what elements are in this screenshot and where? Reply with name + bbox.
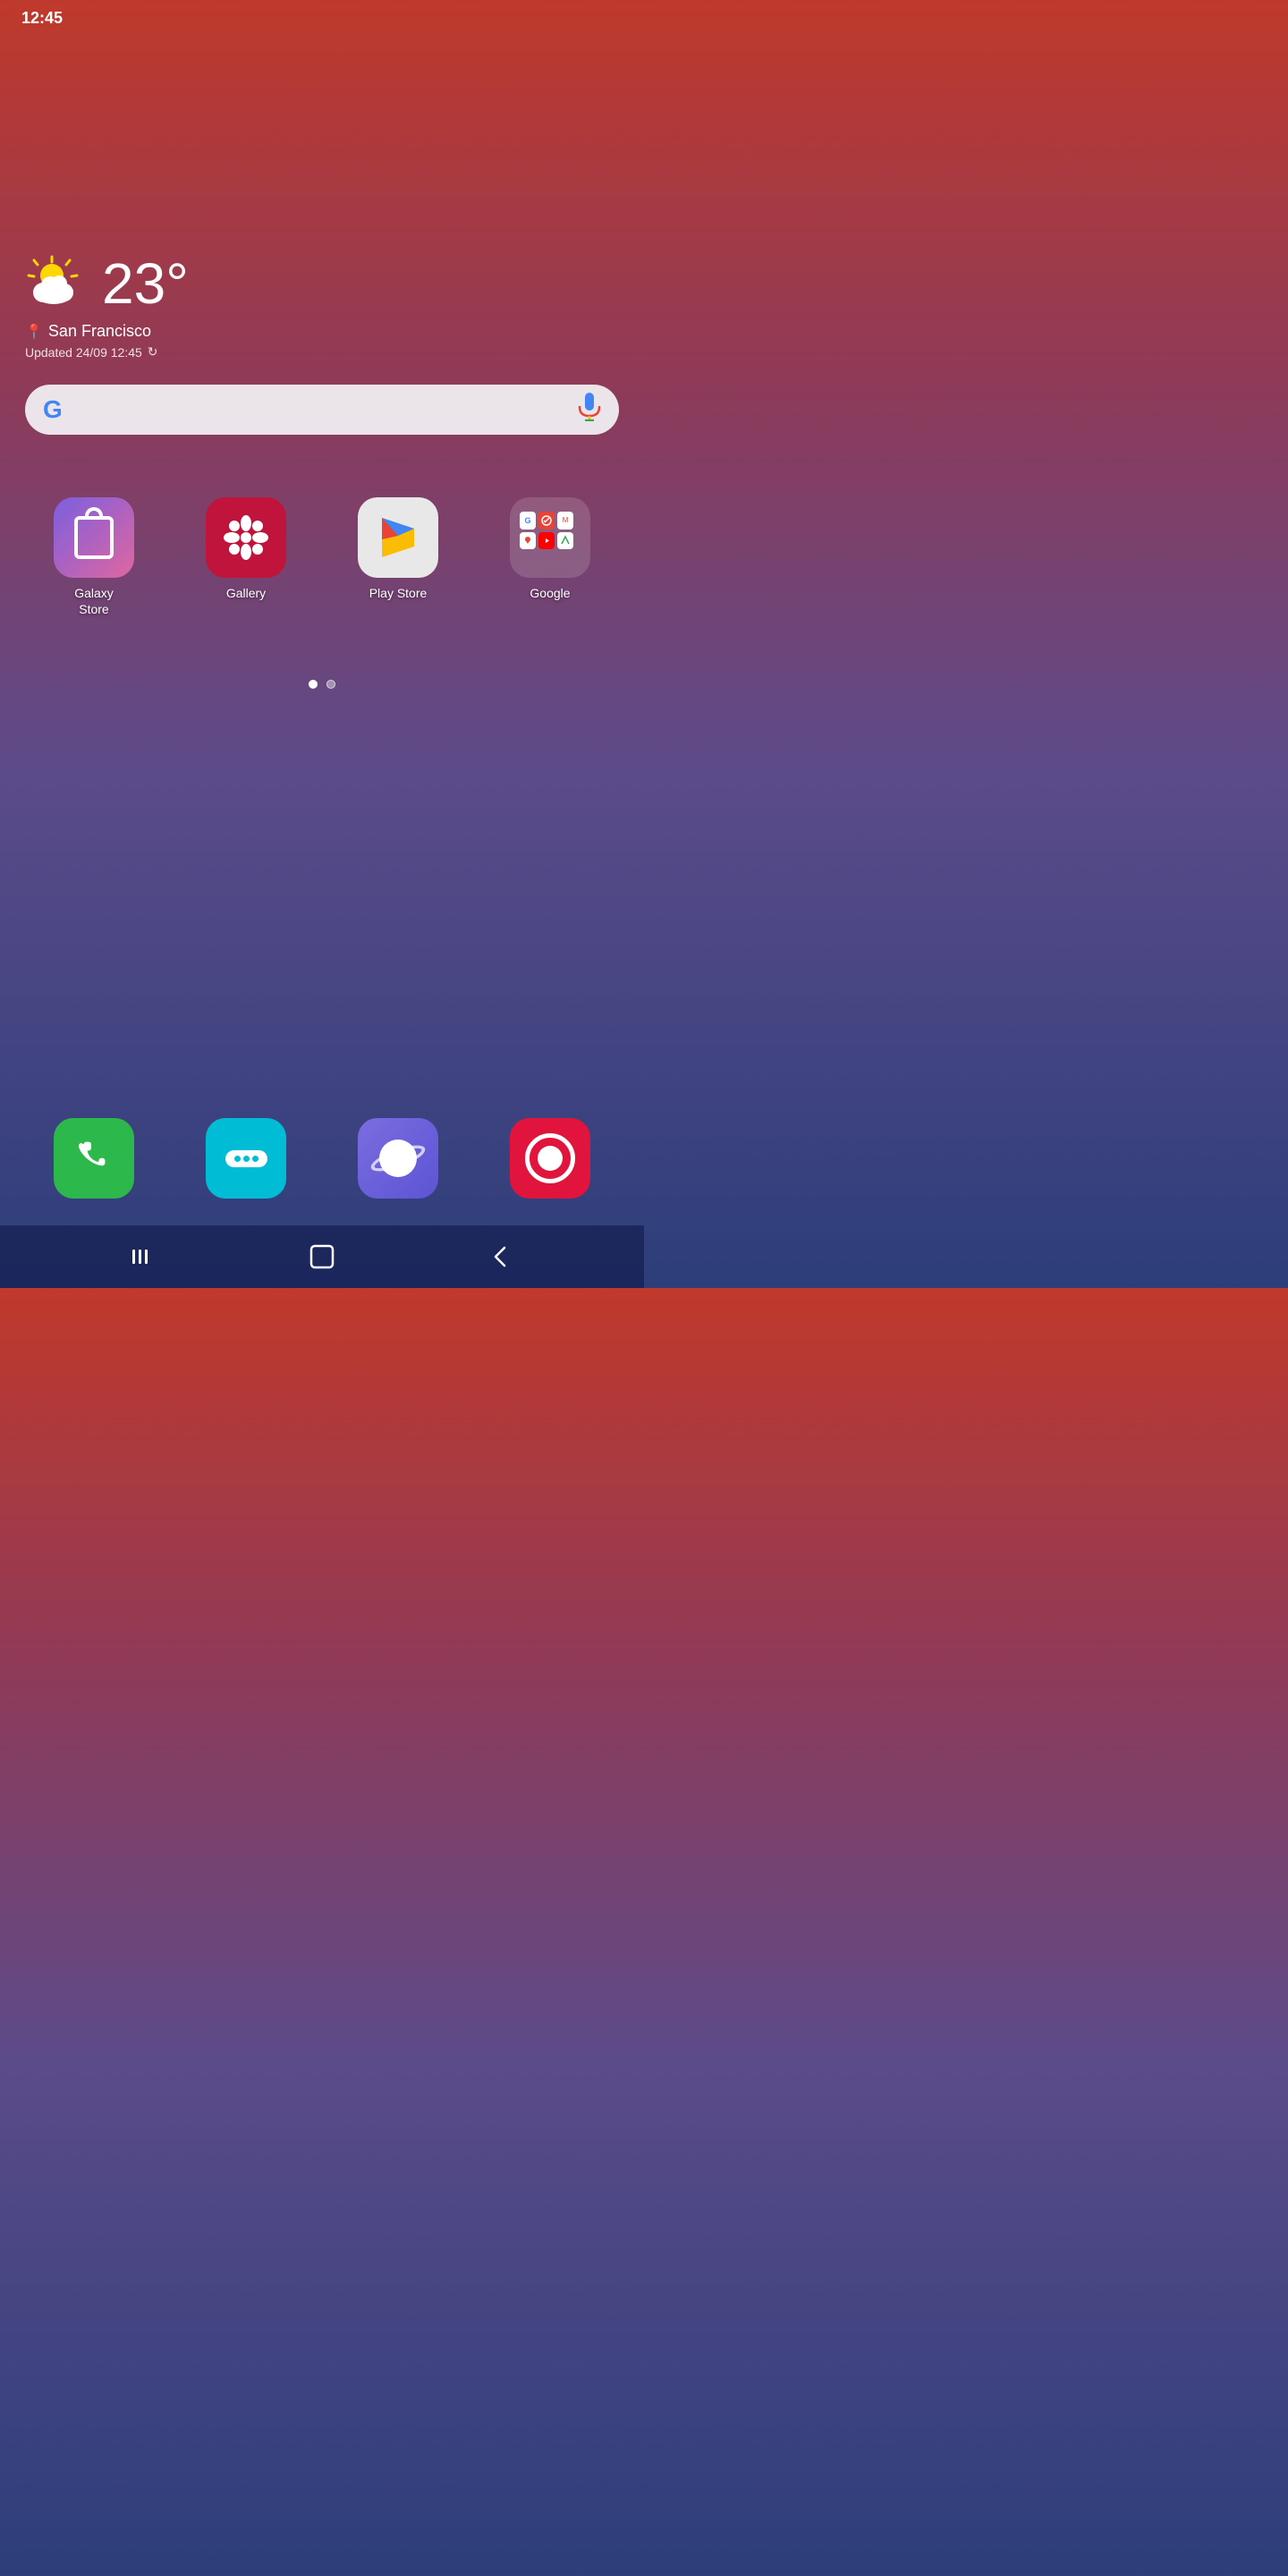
play-store-label: Play Store xyxy=(369,585,428,601)
weather-updated: Updated 24/09 12:45 ↻ xyxy=(25,344,189,360)
app-galaxy-store[interactable]: GalaxyStore xyxy=(18,483,170,631)
galaxy-store-icon xyxy=(54,497,134,578)
phone-icon xyxy=(54,1118,134,1199)
weather-temperature: 23° xyxy=(102,250,189,317)
dock xyxy=(0,1100,644,1216)
page-dot-1[interactable] xyxy=(309,680,318,689)
dock-messages[interactable] xyxy=(170,1109,322,1208)
gallery-label: Gallery xyxy=(226,585,266,601)
page-indicators xyxy=(0,680,644,689)
camera-icon xyxy=(510,1118,590,1199)
play-store-icon xyxy=(358,497,438,578)
back-button[interactable] xyxy=(479,1239,523,1275)
galaxy-store-label: GalaxyStore xyxy=(74,585,114,617)
nav-bar xyxy=(0,1225,644,1288)
gallery-icon xyxy=(206,497,286,578)
status-bar: 12:45 xyxy=(0,0,644,36)
dock-browser[interactable] xyxy=(322,1109,474,1208)
weather-icon xyxy=(25,253,89,315)
browser-icon xyxy=(358,1118,438,1199)
location-pin-icon: 📍 xyxy=(25,323,43,341)
refresh-icon[interactable]: ↻ xyxy=(148,344,158,360)
google-search-bar[interactable]: G xyxy=(25,385,619,435)
weather-temp-row: 23° xyxy=(25,250,189,317)
app-google-folder[interactable]: G M Google xyxy=(474,483,626,631)
app-play-store[interactable]: Play Store xyxy=(322,483,474,631)
dock-camera[interactable] xyxy=(474,1109,626,1208)
google-logo: G xyxy=(43,395,63,424)
weather-location-row: 📍 San Francisco xyxy=(25,322,189,341)
recent-apps-button[interactable] xyxy=(121,1239,165,1275)
google-folder-icon: G M xyxy=(510,497,590,578)
weather-location: San Francisco xyxy=(48,322,151,341)
weather-widget[interactable]: 23° 📍 San Francisco Updated 24/09 12:45 … xyxy=(25,250,189,360)
home-button[interactable] xyxy=(300,1239,344,1275)
dock-phone[interactable] xyxy=(18,1109,170,1208)
messages-icon xyxy=(206,1118,286,1199)
app-grid: GalaxyStore Gallery xyxy=(0,474,644,640)
status-time: 12:45 xyxy=(21,9,63,28)
page-dot-2[interactable] xyxy=(326,680,335,689)
app-gallery[interactable]: Gallery xyxy=(170,483,322,631)
microphone-icon[interactable] xyxy=(578,393,601,428)
google-folder-label: Google xyxy=(530,585,570,601)
